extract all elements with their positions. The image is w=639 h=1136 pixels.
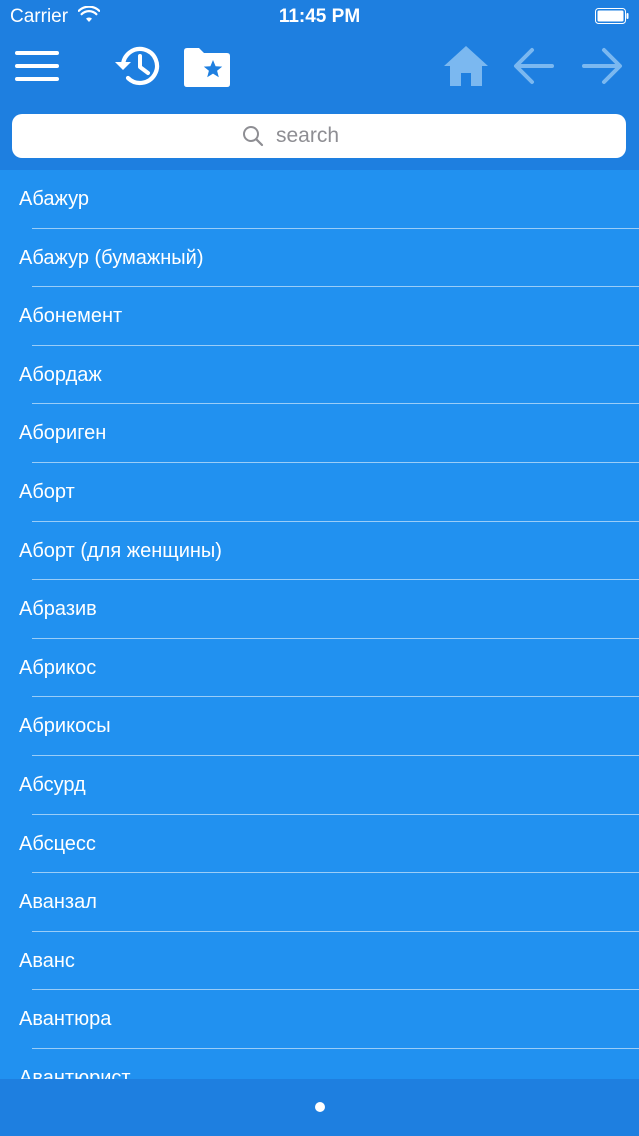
list-item[interactable]: Абажур (бумажный) xyxy=(0,229,639,288)
list-item[interactable]: Абсурд xyxy=(0,756,639,815)
list-item[interactable]: Абориген xyxy=(0,404,639,463)
header: Carrier 11:45 PM xyxy=(0,0,639,170)
list-item[interactable]: Авантюрист xyxy=(0,1049,639,1079)
list-item[interactable]: Аванс xyxy=(0,932,639,991)
history-icon[interactable] xyxy=(113,42,165,90)
list-item[interactable]: Абразив xyxy=(0,580,639,639)
list-item[interactable]: Аборт (для женщины) xyxy=(0,522,639,581)
arrow-left-icon[interactable] xyxy=(513,46,555,86)
status-bar: Carrier 11:45 PM xyxy=(0,0,639,34)
list-item[interactable]: Аванзал xyxy=(0,873,639,932)
status-time: 11:45 PM xyxy=(278,6,361,27)
list-item[interactable]: Аборт xyxy=(0,463,639,522)
app-screen: Carrier 11:45 PM search Абажур Абажур (б… xyxy=(0,0,639,1136)
favorites-folder-icon[interactable] xyxy=(183,46,231,88)
page-dot[interactable] xyxy=(315,1102,325,1112)
list-item[interactable]: Абонемент xyxy=(0,287,639,346)
page-indicator xyxy=(0,1079,639,1136)
home-icon[interactable] xyxy=(442,44,490,88)
list-item[interactable]: Авантюра xyxy=(0,990,639,1049)
search-input[interactable] xyxy=(276,124,396,148)
list-item[interactable]: Абрикос xyxy=(0,639,639,698)
toolbar xyxy=(0,40,639,100)
search-icon xyxy=(243,126,264,147)
hamburger-menu-icon[interactable] xyxy=(14,48,60,84)
search-bar[interactable] xyxy=(12,114,626,158)
word-list: Абажур Абажур (бумажный) Абонемент Аборд… xyxy=(0,170,639,1079)
list-item[interactable]: Абажур xyxy=(0,170,639,229)
list-item[interactable]: Абсцесс xyxy=(0,815,639,874)
battery-icon xyxy=(595,8,629,24)
list-item[interactable]: Абрикосы xyxy=(0,697,639,756)
arrow-right-icon[interactable] xyxy=(581,46,623,86)
list-item[interactable]: Абордаж xyxy=(0,346,639,405)
